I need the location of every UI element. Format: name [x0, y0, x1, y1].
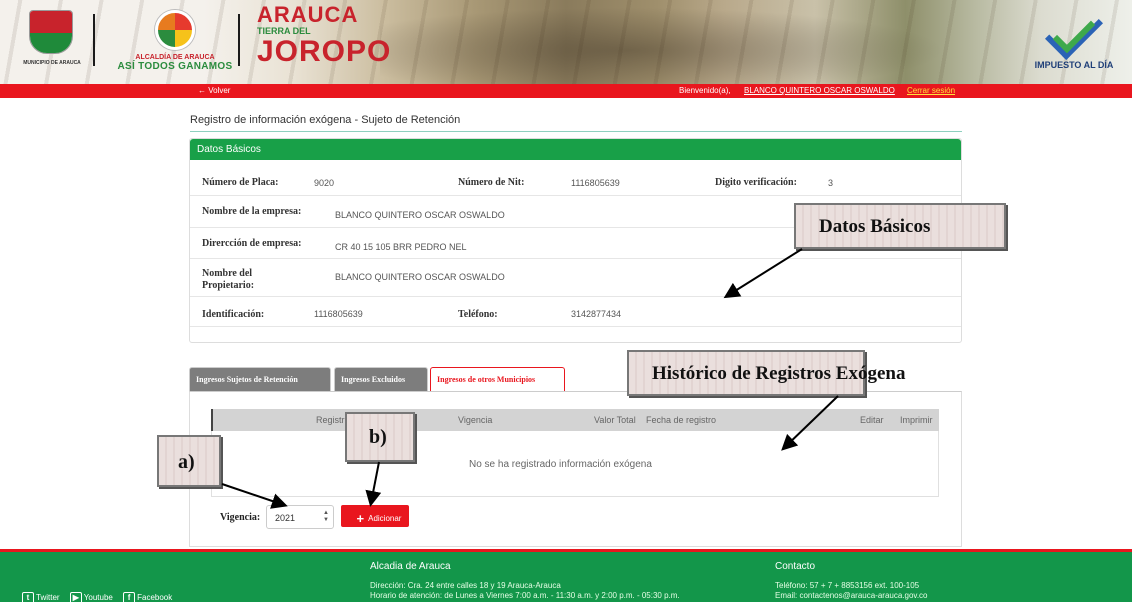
col-editar: Editar: [860, 415, 884, 425]
vigencia-value: 2021: [275, 513, 296, 523]
vigencia-label: Vigencia:: [220, 512, 261, 523]
nav-bar: ← Volver Bienvenido(a), BLANCO QUINTERO …: [0, 84, 1132, 98]
history-table-header: Registr Vigencia Valor Total Fecha de re…: [211, 409, 939, 431]
alcaldia-line2: ASÍ TODOS GANAMOS: [117, 61, 233, 72]
col-registro: Registr: [316, 415, 345, 425]
propietario-label-2: Propietario:: [202, 280, 255, 291]
telefono-value: 3142877434: [571, 309, 622, 319]
empty-message: No se ha registrado información exógena: [469, 459, 652, 470]
facebook-link[interactable]: Facebook: [137, 593, 172, 602]
crest-icon: [29, 10, 73, 54]
callout-historico-text: Histórico de Registros Exógena: [627, 350, 906, 396]
welcome-text: Bienvenido(a),: [679, 86, 731, 95]
footer-col1-title: Alcadia de Arauca: [370, 561, 451, 572]
twitter-link[interactable]: Twitter: [36, 593, 60, 602]
info-row: Número de Placa: 9020 Número de Nit: 111…: [190, 169, 961, 194]
logo-divider: [238, 14, 240, 66]
plus-icon: +: [356, 511, 365, 526]
propietario-value: BLANCO QUINTERO OSCAR OSWALDO: [335, 272, 505, 282]
col-imprimir: Imprimir: [900, 415, 933, 425]
add-button[interactable]: + Adicionar: [341, 505, 409, 527]
joropo-top: ARAUCA: [257, 2, 359, 27]
page-title: Registro de información exógena - Sujeto…: [190, 114, 461, 126]
nit-label: Número de Nit:: [458, 177, 525, 188]
footer-contact: Contacto Teléfono: 57 + 7 + 8853156 ext.…: [775, 561, 928, 601]
propietario-label-1: Nombre del: [202, 268, 253, 279]
checkmark-icon: [1044, 2, 1104, 60]
identificacion-label: Identificación:: [202, 309, 265, 320]
logo-divider: [93, 14, 95, 66]
tab-ingresos-excluidos[interactable]: Ingresos Excluidos: [334, 367, 428, 391]
footer-hours-line: Horario de atención: de Lunes a Viernes …: [370, 591, 680, 600]
digito-label: Digito verificación:: [715, 177, 797, 188]
alcaldia-logo: ALCALDÍA DE ARAUCA ASÍ TODOS GANAMOS: [110, 10, 240, 74]
vigencia-stepper[interactable]: 2021 ▲ ▼: [266, 505, 334, 529]
twitter-icon[interactable]: t: [22, 592, 34, 602]
youtube-link[interactable]: Youtube: [84, 593, 113, 602]
info-row: [190, 326, 961, 343]
col-valor-total: Valor Total: [594, 415, 636, 425]
footer-address-line: Dirección: Cra. 24 entre calles 18 y 19 …: [370, 581, 561, 590]
info-row: Identificación: 1116805639 Teléfono: 314…: [190, 296, 961, 326]
footer: t Twitter ▶ Youtube f Facebook Alcadia de A…: [0, 549, 1132, 602]
empresa-value: BLANCO QUINTERO OSCAR OSWALDO: [335, 210, 505, 220]
panel-title: Datos Básicos: [190, 139, 961, 160]
col-fecha-registro: Fecha de registro: [646, 415, 717, 425]
joropo-bottom: JOROPO: [257, 35, 392, 68]
footer-address: Alcadia de Arauca Dirección: Cra. 24 ent…: [370, 561, 680, 601]
youtube-icon[interactable]: ▶: [69, 592, 82, 602]
footer-phone-line: Teléfono: 57 + 7 + 8853156 ext. 100-105: [775, 581, 920, 590]
facebook-icon[interactable]: f: [123, 592, 136, 602]
direccion-label: Dirercción de empresa:: [202, 238, 302, 249]
alcaldia-line1: ALCALDÍA DE ARAUCA: [135, 54, 215, 61]
add-button-label: Adicionar: [368, 514, 402, 523]
impuesto-logo: IMPUESTO AL DÍA: [1024, 2, 1124, 78]
telefono-label: Teléfono:: [458, 309, 498, 320]
callout-a: a): [157, 435, 221, 487]
logout-link[interactable]: Cerrar sesión: [907, 86, 955, 95]
header-banner: MUNICIPIO DE ARAUCA ALCALDÍA DE ARAUCA A…: [0, 0, 1132, 84]
impuesto-text: IMPUESTO AL DÍA: [1034, 60, 1114, 70]
back-link[interactable]: ← Volver: [198, 86, 230, 95]
col-vigencia: Vigencia: [458, 415, 493, 425]
callout-b: b): [345, 412, 415, 462]
municipio-logo: MUNICIPIO DE ARAUCA: [22, 10, 82, 74]
nit-value: 1116805639: [571, 178, 620, 188]
identificacion-value: 1116805639: [314, 309, 363, 319]
empresa-label: Nombre de la empresa:: [202, 206, 302, 217]
social-links: t Twitter ▶ Youtube f Facebook: [22, 592, 172, 602]
spinner-icon[interactable]: ▲ ▼: [323, 510, 329, 524]
footer-col2-title: Contacto: [775, 561, 816, 572]
placa-value: 9020: [314, 178, 335, 188]
tab-ingresos-sujetos[interactable]: Ingresos Sujetos de Retención: [189, 367, 331, 391]
banner-photo: [380, 0, 1000, 84]
joropo-logo: ARAUCA TIERRA DEL JOROPO: [257, 2, 392, 76]
tab-ingresos-otros-municipios[interactable]: Ingresos de otros Municipios: [430, 367, 565, 391]
placa-label: Número de Placa:: [202, 177, 279, 188]
footer-email-line: Email: contactenos@arauca-arauca.gov.co: [775, 591, 928, 600]
info-row: Nombre del Propietario: BLANCO QUINTERO …: [190, 258, 961, 296]
title-divider: [190, 131, 962, 132]
direccion-value: CR 40 15 105 BRR PEDRO NEL: [335, 242, 467, 252]
callout-datos-basicos: Datos Básicos: [794, 203, 1006, 249]
digito-value: 3: [828, 178, 834, 188]
user-name-link[interactable]: BLANCO QUINTERO OSCAR OSWALDO: [744, 86, 895, 95]
municipio-caption: MUNICIPIO DE ARAUCA: [23, 60, 81, 66]
alcaldia-emblem-icon: [155, 10, 195, 50]
